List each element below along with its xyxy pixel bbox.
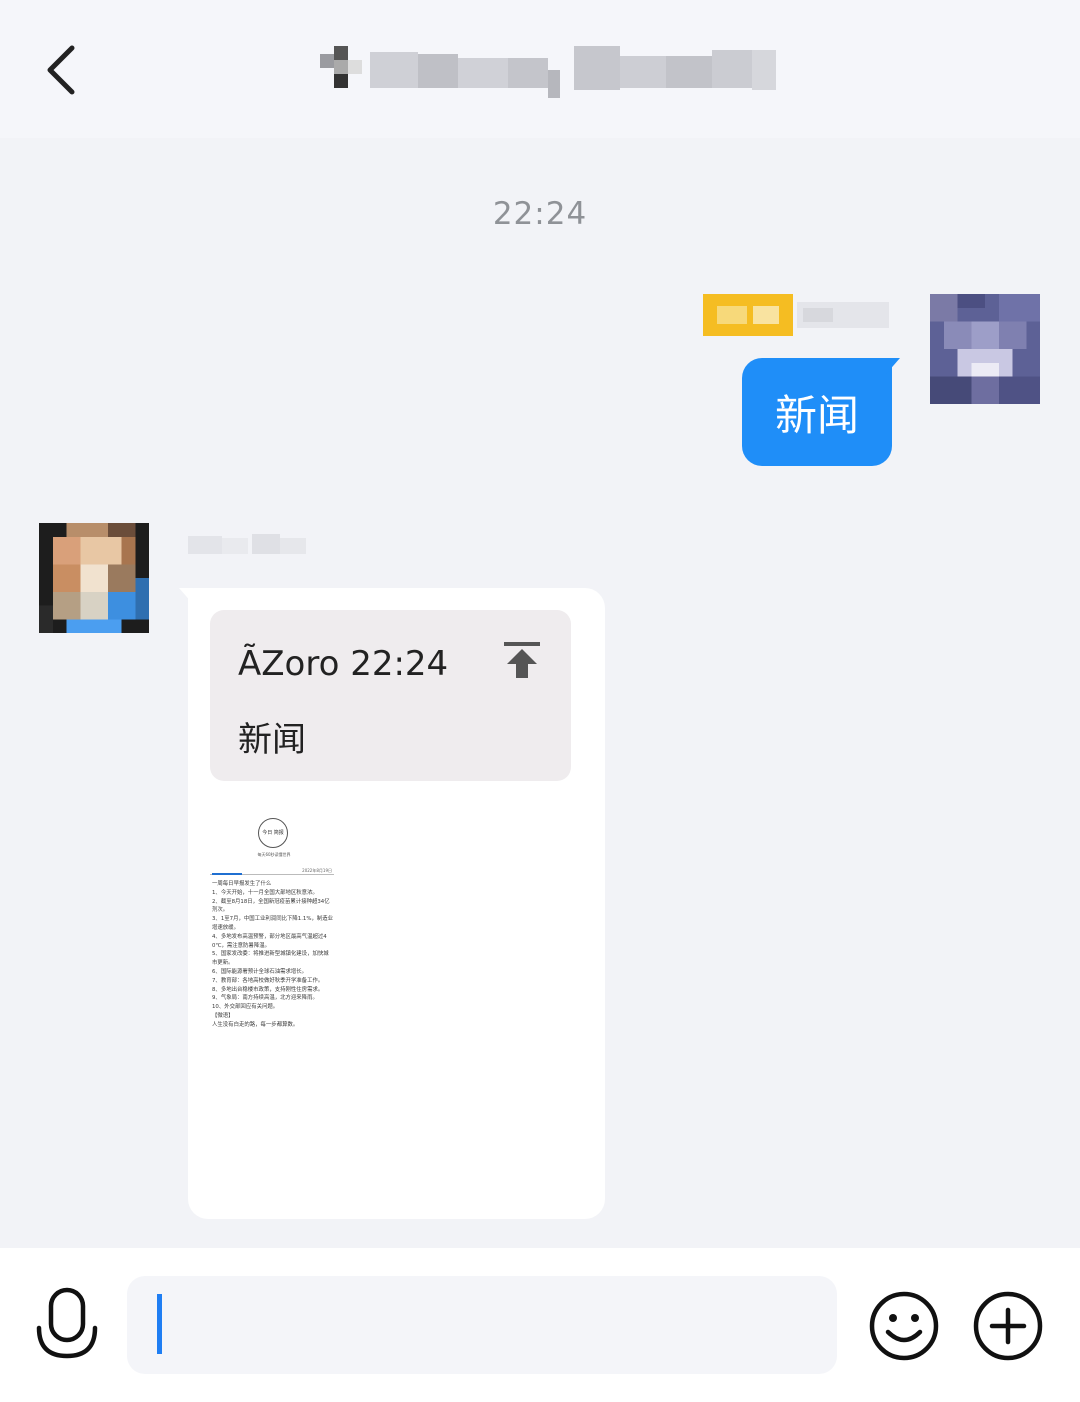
chat-title-obscured: [320, 46, 776, 98]
chat-header: [0, 0, 1080, 138]
outgoing-sender-name-obscured: [703, 294, 889, 336]
incoming-message-card[interactable]: ÃZoro 22:24 新闻 今日 简报 每天60秒读懂世界 2022年8月19…: [179, 588, 605, 1219]
document-body-text: 一周每日早报发生了什么 1、今天开始，十一月全国大部地区秋意浓。 2、截至8月1…: [212, 881, 334, 1028]
bubble-tail: [886, 358, 900, 374]
quoted-sender-time: ÃZoro 22:24: [238, 644, 449, 684]
text-caret: [157, 1294, 162, 1354]
smiley-icon[interactable]: [868, 1290, 940, 1362]
time-divider: 22:24: [492, 196, 588, 232]
microphone-icon[interactable]: [34, 1286, 100, 1364]
outgoing-avatar[interactable]: [930, 294, 1040, 404]
message-input[interactable]: [127, 1276, 837, 1374]
plus-circle-icon[interactable]: [972, 1290, 1044, 1362]
outgoing-message-bubble[interactable]: 新闻: [742, 358, 900, 466]
quoted-text: 新闻: [238, 720, 306, 760]
incoming-avatar[interactable]: [39, 523, 149, 633]
bubble-tail: [179, 588, 193, 604]
document-logo: 今日 简报: [258, 818, 288, 848]
document-logo-caption: 每天60秒读懂世界: [257, 852, 291, 857]
document-divider-accent: [212, 873, 242, 875]
outgoing-message-text: 新闻: [774, 390, 859, 440]
document-thumbnail[interactable]: 今日 简报 每天60秒读懂世界 2022年8月19日 一周每日早报发生了什么 1…: [210, 810, 334, 1176]
quoted-message[interactable]: ÃZoro 22:24 新闻: [210, 610, 571, 781]
chevron-left-icon: [47, 45, 75, 95]
back-button[interactable]: [30, 38, 94, 102]
pin-top-icon[interactable]: [502, 640, 542, 680]
incoming-sender-name-obscured: [188, 534, 306, 554]
